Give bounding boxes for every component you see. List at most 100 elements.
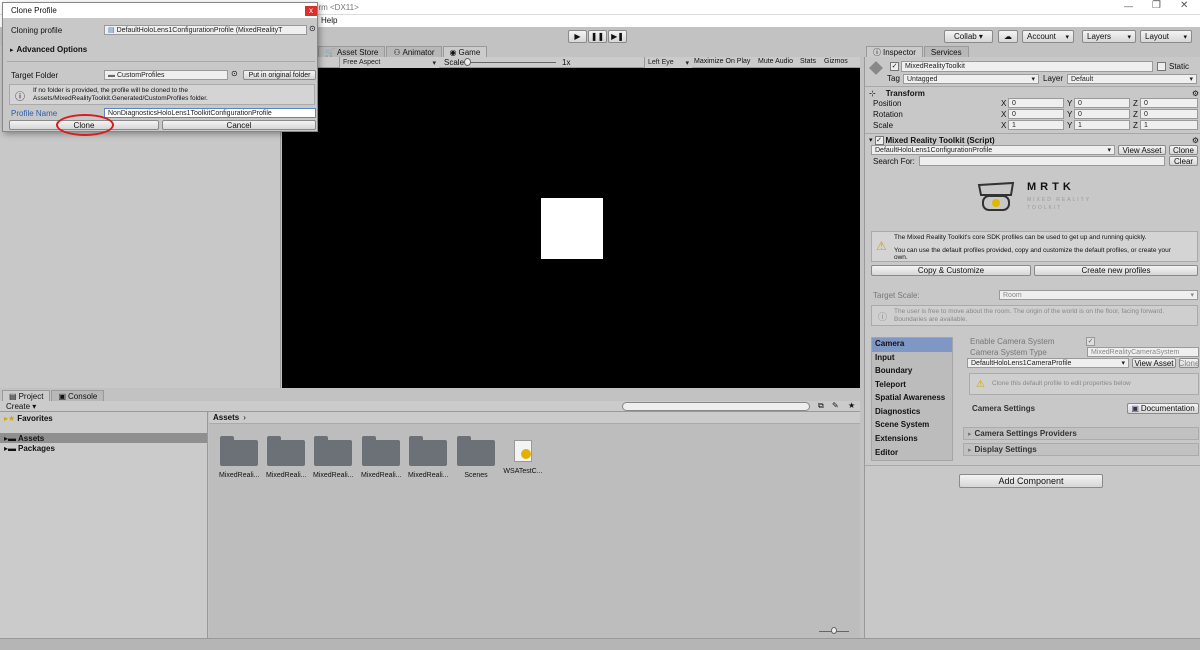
asset-item-2[interactable]: MixedReali...	[266, 436, 306, 479]
project-search-input[interactable]	[622, 402, 810, 411]
active-checkbox[interactable]: ✓	[890, 62, 899, 71]
tree-favorites[interactable]: ▸★ Favorites	[4, 414, 53, 423]
position-z[interactable]: 0	[1140, 98, 1198, 108]
create-dropdown[interactable]: Create ▾	[6, 402, 36, 411]
scale-slider-thumb[interactable]	[464, 58, 471, 66]
step-button[interactable]: ▶❚	[608, 30, 627, 43]
clone-profile-button[interactable]: Clone	[1169, 145, 1198, 155]
profile-dropdown[interactable]: DefaultHoloLens1ConfigurationProfile	[871, 145, 1115, 155]
view-asset-button[interactable]: View Asset	[1118, 145, 1166, 155]
breadcrumb-assets[interactable]: Assets	[213, 413, 239, 422]
assets-breadcrumb[interactable]: Assets ›	[209, 412, 860, 424]
tab-project[interactable]: ▤ Project	[2, 390, 51, 401]
tab-asset-store[interactable]: 🛒 Asset Store	[318, 46, 386, 57]
game-view[interactable]	[282, 68, 860, 388]
advanced-options-foldout[interactable]: ▸ Advanced Options	[10, 45, 87, 54]
minimize-icon[interactable]: —	[1124, 1, 1133, 11]
collab-button[interactable]: Collab ▾	[944, 30, 993, 43]
camera-clone-button[interactable]: Clone	[1179, 358, 1199, 368]
tab-game[interactable]: ◉ Game	[442, 46, 488, 57]
tab-animator[interactable]: ⚇ Animator	[386, 46, 442, 57]
transform-header[interactable]: ⊹ Transform ⚙	[869, 88, 1199, 98]
advanced-options-label: Advanced Options	[16, 45, 88, 54]
create-new-profiles-button[interactable]: Create new profiles	[1034, 265, 1198, 276]
camera-profile-dropdown[interactable]: DefaultHoloLens1CameraProfile	[967, 358, 1129, 368]
display-settings-foldout[interactable]: ▸ Display Settings	[963, 443, 1199, 456]
enable-camera-checkbox[interactable]: ✓	[1086, 337, 1095, 346]
category-spatial-awareness[interactable]: Spatial Awareness	[872, 392, 952, 406]
dialog-close-button[interactable]: x	[305, 6, 317, 16]
asset-item-4[interactable]: MixedReali...	[361, 436, 401, 479]
scale-slider[interactable]	[466, 62, 556, 63]
aspect-dropdown[interactable]: Free Aspect	[339, 57, 439, 68]
filter-type-icon[interactable]: ⧉	[818, 401, 824, 411]
component-menu-icon[interactable]: ⚙	[1192, 89, 1199, 98]
object-name-field[interactable]: MixedRealityToolkit	[901, 61, 1153, 72]
account-dropdown[interactable]: Account	[1022, 30, 1074, 43]
asset-item-wsatest[interactable]: WSATestC...	[501, 440, 545, 475]
mute-audio-toggle[interactable]: Mute Audio	[758, 58, 793, 65]
position-x[interactable]: 0	[1008, 98, 1064, 108]
category-boundary[interactable]: Boundary	[872, 365, 952, 379]
asset-item-3[interactable]: MixedReali...	[313, 436, 353, 479]
menu-help[interactable]: Help	[321, 16, 337, 25]
close-window-icon[interactable]: ✕	[1180, 0, 1188, 11]
category-scene-system[interactable]: Scene System	[872, 419, 952, 433]
copy-customize-button[interactable]: Copy & Customize	[871, 265, 1031, 276]
profile-name-input[interactable]: NonDiagnosticsHoloLens1ToolkitConfigurat…	[104, 108, 316, 118]
add-component-button[interactable]: Add Component	[959, 474, 1103, 488]
asset-item-1[interactable]: MixedReali...	[219, 436, 259, 479]
category-input[interactable]: Input	[872, 352, 952, 366]
cloning-profile-picker-icon[interactable]: ⊙	[309, 24, 316, 33]
target-scale-dropdown[interactable]: Room	[999, 290, 1198, 300]
pause-button[interactable]: ❚❚	[588, 30, 607, 43]
clear-button[interactable]: Clear	[1169, 156, 1198, 166]
icon-size-thumb[interactable]	[831, 627, 837, 634]
layer-dropdown[interactable]: Default	[1067, 74, 1197, 84]
tab-services[interactable]: Services	[923, 46, 969, 57]
tab-console[interactable]: ▣ Console	[51, 390, 105, 401]
position-y[interactable]: 0	[1074, 98, 1130, 108]
left-eye-dropdown[interactable]: Left Eye	[644, 57, 692, 68]
tab-inspector[interactable]: ⓘ Inspector	[866, 46, 923, 57]
cloud-button[interactable]: ☁	[998, 30, 1018, 43]
maximize-icon[interactable]: ❐	[1152, 0, 1161, 11]
rotation-z[interactable]: 0	[1140, 109, 1198, 119]
asset-item-5[interactable]: MixedReali...	[408, 436, 448, 479]
static-checkbox[interactable]	[1157, 62, 1166, 71]
stats-toggle[interactable]: Stats	[800, 58, 816, 65]
cancel-button[interactable]: Cancel	[162, 120, 316, 130]
tree-assets[interactable]: ▸▬ Assets	[0, 433, 207, 443]
camera-settings-providers-foldout[interactable]: ▸ Camera Settings Providers	[963, 427, 1199, 440]
tree-packages[interactable]: ▸▬ Packages	[4, 444, 55, 453]
layers-dropdown[interactable]: Layers	[1082, 30, 1136, 43]
category-camera[interactable]: Camera	[872, 338, 952, 352]
script-header[interactable]: ▾ ✓ Mixed Reality Toolkit (Script) ⚙	[869, 135, 1199, 145]
category-teleport[interactable]: Teleport	[872, 379, 952, 393]
scale-y[interactable]: 1	[1074, 120, 1130, 130]
scale-x[interactable]: 1	[1008, 120, 1064, 130]
category-extensions[interactable]: Extensions	[872, 433, 952, 447]
gizmos-toggle[interactable]: Gizmos	[824, 58, 848, 65]
filter-label-icon[interactable]: ✎	[832, 401, 839, 410]
script-enabled-checkbox[interactable]: ✓	[874, 135, 884, 145]
layout-dropdown[interactable]: Layout	[1140, 30, 1192, 43]
scale-z[interactable]: 1	[1140, 120, 1198, 130]
rotation-x[interactable]: 0	[1008, 109, 1064, 119]
target-folder-picker-icon[interactable]: ⊙	[231, 69, 238, 78]
script-menu-icon[interactable]: ⚙	[1192, 136, 1199, 145]
favorite-star-icon[interactable]: ★	[848, 401, 855, 410]
camera-view-asset-button[interactable]: View Asset	[1132, 358, 1176, 368]
camera-type-dropdown[interactable]: MixedRealityCameraSystem	[1087, 347, 1199, 357]
put-in-original-folder-button[interactable]: Put in original folder	[243, 70, 316, 80]
asset-item-scenes[interactable]: Scenes	[456, 436, 496, 479]
play-button[interactable]: ▶	[568, 30, 587, 43]
tag-dropdown[interactable]: Untagged	[903, 74, 1039, 84]
search-for-input[interactable]	[919, 156, 1165, 166]
target-folder-field[interactable]: ▬ CustomProfiles	[104, 70, 228, 80]
documentation-button[interactable]: ▣ Documentation	[1127, 403, 1199, 414]
rotation-y[interactable]: 0	[1074, 109, 1130, 119]
category-editor[interactable]: Editor	[872, 447, 952, 461]
category-diagnostics[interactable]: Diagnostics	[872, 406, 952, 420]
maximize-on-play-toggle[interactable]: Maximize On Play	[694, 58, 750, 65]
